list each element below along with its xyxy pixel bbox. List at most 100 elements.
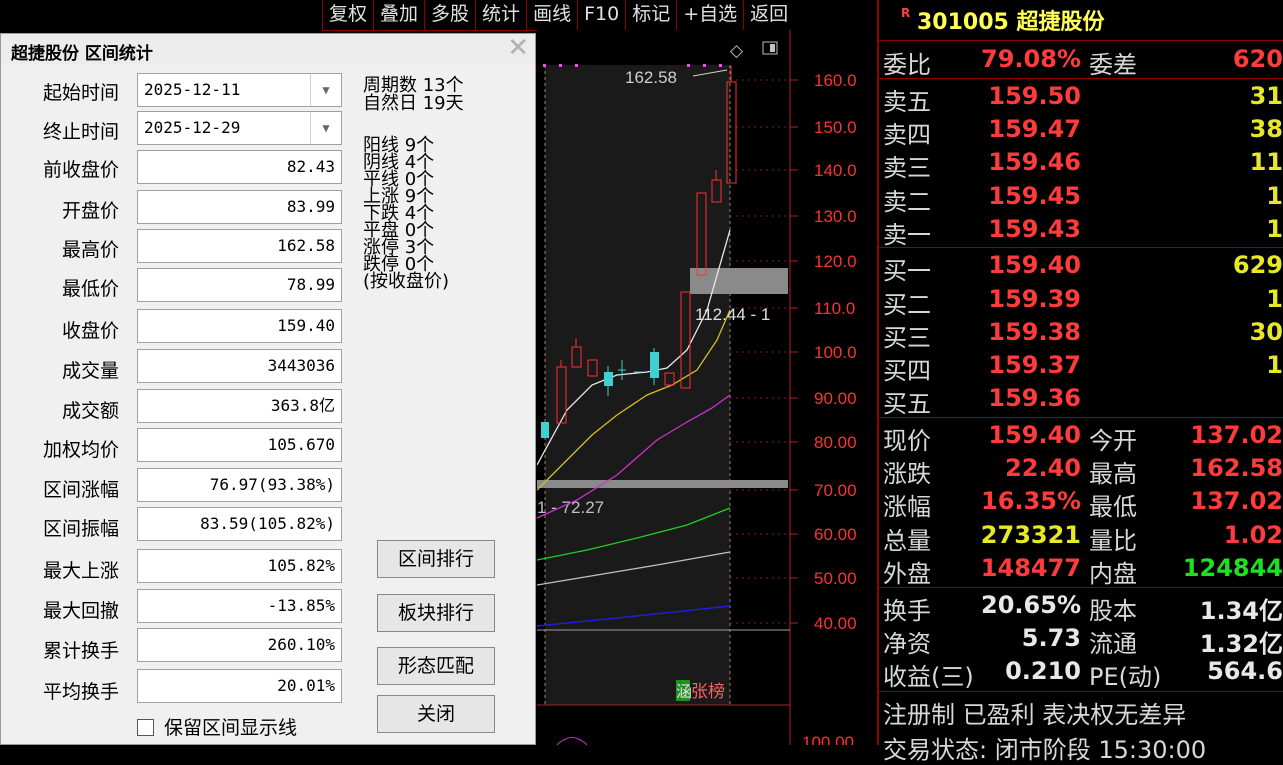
diamond-icon[interactable]: ◇	[730, 41, 744, 61]
weicha-value: 620	[1232, 45, 1283, 73]
chevron-down-icon[interactable]: ▼	[310, 74, 341, 106]
price-label: 70.00	[814, 481, 857, 500]
badge-left: 涵	[676, 682, 692, 701]
stat-row: 外盘 148477 内盘 124844	[879, 552, 1283, 588]
bid-row[interactable]: 买四 159.37 1	[879, 349, 1283, 385]
close-icon[interactable]: ✕	[507, 34, 529, 62]
sector-rank-button[interactable]: 板块排行	[377, 594, 495, 632]
max-drawdown-field[interactable]: -13.85%	[137, 589, 342, 623]
ask-row[interactable]: 卖一 159.43 1	[879, 213, 1283, 249]
field-label: 成交量	[61, 360, 119, 382]
ask-price: 159.43	[988, 215, 1081, 243]
stat-label: 现价	[883, 427, 931, 455]
stat-label: 最高	[1089, 460, 1137, 488]
weibi-label: 委比	[883, 51, 931, 79]
stat-label: 量比	[1089, 527, 1137, 555]
toolbar-overlay[interactable]: 叠加	[373, 0, 424, 30]
ask-label: 卖四	[883, 121, 931, 149]
end-time-select[interactable]: 2025-12-29 ▼	[137, 111, 342, 145]
toolbar-f10[interactable]: F10	[577, 0, 625, 30]
stat-row: 涨跌 22.40 最高 162.58	[879, 452, 1283, 488]
period-count: 周期数 13个	[363, 75, 464, 96]
start-time-select[interactable]: 2025-12-11 ▼	[137, 73, 342, 107]
checkbox-icon[interactable]	[137, 719, 154, 736]
inner-volume: 124844	[1182, 554, 1283, 582]
volume-indicator	[556, 737, 588, 745]
total-volume: 273321	[980, 521, 1081, 549]
max-rise-field[interactable]: 105.82%	[137, 549, 342, 583]
keep-interval-checkbox[interactable]: 保留区间显示线	[137, 713, 297, 740]
low-price: 137.02	[1190, 487, 1283, 515]
ask-volume: 1	[1266, 215, 1283, 243]
weighted-avg-field[interactable]: 105.670	[137, 428, 342, 462]
volume-field[interactable]: 3443036	[137, 349, 342, 383]
close-button[interactable]: 关闭	[377, 695, 495, 733]
ask-row[interactable]: 卖三 159.46 11	[879, 146, 1283, 182]
peak-price-label: 162.58	[625, 68, 677, 87]
total-turnover-field[interactable]: 260.10%	[137, 628, 342, 662]
toolbar-mark[interactable]: 标记	[625, 0, 676, 30]
toolbar-add-watchlist[interactable]: +自选	[676, 0, 743, 30]
bid-row[interactable]: 买二 159.39 1	[879, 283, 1283, 319]
ask-volume: 38	[1249, 115, 1283, 143]
field-label: 区间振幅	[42, 518, 119, 540]
toolbar-multi-stock[interactable]: 多股	[424, 0, 475, 30]
stat-row: 换手 20.65% 股本 1.34亿	[879, 589, 1283, 625]
amount-field[interactable]: 363.8亿	[137, 389, 342, 423]
close-field[interactable]: 159.40	[137, 309, 342, 343]
bid-volume: 629	[1232, 251, 1283, 279]
interval-rank-button[interactable]: 区间排行	[377, 540, 495, 578]
toolbar-draw-line[interactable]: 画线	[526, 0, 577, 30]
stock-title: R 301005 超捷股份	[901, 4, 1105, 36]
badge-zhangbang[interactable]: 张榜	[691, 682, 725, 702]
low-field[interactable]: 78.99	[137, 268, 342, 302]
stat-row: 收益(三) 0.210 PE(动) 564.6	[879, 655, 1283, 691]
pe-ratio: 564.6	[1207, 657, 1283, 685]
ask-row[interactable]: 卖四 159.47 38	[879, 113, 1283, 149]
bid-label: 买三	[883, 324, 931, 352]
toolbar-statistics[interactable]: 统计	[475, 0, 526, 30]
dialog-titlebar[interactable]: 超捷股份 区间统计 ✕	[1, 34, 535, 64]
prev-close-field[interactable]: 82.43	[137, 150, 342, 184]
bid-label: 买五	[883, 390, 931, 418]
start-time-value: 2025-12-11	[144, 80, 241, 99]
high-field[interactable]: 162.58	[137, 229, 342, 263]
open-field[interactable]: 83.99	[137, 190, 342, 224]
note-row: 注册制 已盈利 表决权无差异	[879, 693, 1283, 729]
gridlines	[730, 79, 790, 624]
stat-row: 现价 159.40 今开 137.02	[879, 419, 1283, 455]
interval-change-field[interactable]: 76.97(93.38%)	[137, 468, 342, 502]
float-shares: 1.32亿	[1199, 630, 1283, 658]
price-label: 60.00	[814, 525, 857, 544]
ask-row[interactable]: 卖五 159.50 31	[879, 80, 1283, 116]
price-band-lower	[537, 480, 788, 488]
kline-svg: 160.0 150.0 140.0 130.0 120.0 110.0 100.…	[537, 30, 857, 745]
price-label: 40.00	[814, 614, 857, 633]
price-label: 50.00	[814, 569, 857, 588]
stat-row: 总量 273321 量比 1.02	[879, 519, 1283, 555]
weibi-value: 79.08%	[981, 45, 1081, 73]
end-time-value: 2025-12-29	[144, 118, 241, 137]
bid-row[interactable]: 买一 159.40 629	[879, 249, 1283, 285]
pattern-match-button[interactable]: 形态匹配	[377, 647, 495, 685]
avg-turnover-field[interactable]: 20.01%	[137, 669, 342, 703]
bid-price: 159.40	[988, 251, 1081, 279]
r-mark: R	[901, 6, 911, 20]
bid-row[interactable]: 买五 159.36	[879, 382, 1283, 418]
weibi-row: 委比 79.08% 委差 620	[879, 43, 1283, 79]
ask-label: 卖五	[883, 88, 931, 116]
current-price: 159.40	[988, 421, 1081, 449]
bid-label: 买一	[883, 257, 931, 285]
toolbar-back[interactable]: 返回	[743, 0, 794, 30]
chevron-down-icon[interactable]: ▼	[310, 112, 341, 144]
trading-status: 交易状态: 闭市阶段 15:30:00	[883, 736, 1207, 764]
stat-label: 最低	[1089, 493, 1137, 521]
bid-row[interactable]: 买三 159.38 30	[879, 316, 1283, 352]
price-label: 110.0	[814, 299, 855, 318]
kline-chart[interactable]: 160.0 150.0 140.0 130.0 120.0 110.0 100.…	[537, 30, 877, 745]
stat-label: 外盘	[883, 560, 931, 588]
ask-row[interactable]: 卖二 159.45 1	[879, 180, 1283, 216]
bid-volume: 1	[1266, 285, 1283, 313]
toolbar-restore-rights[interactable]: 复权	[322, 0, 373, 30]
interval-amplitude-field[interactable]: 83.59(105.82%)	[137, 507, 342, 541]
